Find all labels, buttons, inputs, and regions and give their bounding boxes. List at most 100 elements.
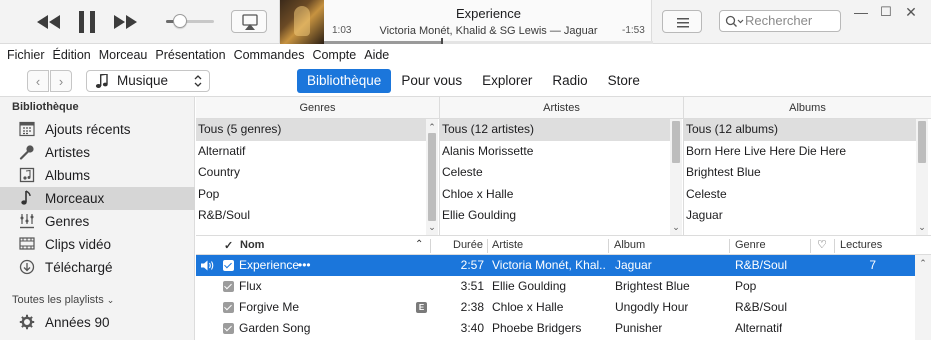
- duration-column-header[interactable]: Durée: [453, 239, 483, 251]
- back-button[interactable]: ‹: [27, 70, 49, 92]
- menu-aide[interactable]: Aide: [364, 48, 389, 62]
- scroll-thumb[interactable]: [672, 121, 680, 163]
- search-icon: [725, 15, 744, 27]
- up-next-button[interactable]: [662, 10, 702, 33]
- artists-scrollbar[interactable]: ⌄: [670, 119, 682, 235]
- column-divider: [608, 239, 609, 253]
- genres-icon: [20, 214, 34, 229]
- songs-scrollbar[interactable]: ⌃: [915, 255, 931, 340]
- albums-column: Albums Tous (12 albums) Born Here Live H…: [684, 97, 931, 235]
- forward-button[interactable]: ›: [50, 70, 72, 92]
- volume-knob[interactable]: [173, 14, 188, 28]
- more-options-button[interactable]: •••: [298, 255, 311, 276]
- genres-scrollbar[interactable]: ⌃ ⌄: [426, 119, 438, 235]
- sidebar-item-genres[interactable]: Genres: [0, 210, 195, 233]
- plays-column-header[interactable]: Lectures: [840, 239, 882, 251]
- sidebar-item-clips-video[interactable]: Clips vidéo: [0, 233, 195, 256]
- previous-button[interactable]: [36, 12, 62, 32]
- pause-button[interactable]: [77, 9, 97, 35]
- sort-ascending-icon[interactable]: ⌃: [415, 239, 423, 250]
- list-item[interactable]: Tous (5 genres): [196, 119, 426, 141]
- table-row[interactable]: Experience ••• 2:57 Victoria Monét, Khal…: [196, 255, 915, 276]
- row-checkbox[interactable]: [223, 323, 234, 334]
- scroll-up-arrow-icon[interactable]: ⌃: [915, 257, 931, 269]
- search-field[interactable]: Rechercher: [719, 10, 841, 32]
- list-item[interactable]: Tous (12 albums): [684, 119, 916, 141]
- list-item[interactable]: Alanis Morissette: [440, 141, 670, 163]
- airplay-button[interactable]: [231, 10, 267, 33]
- scroll-down-arrow-icon[interactable]: ⌄: [916, 221, 928, 233]
- song-genre: Pop: [735, 279, 757, 293]
- table-row[interactable]: Flux 3:51 Ellie Goulding Brightest Blue …: [196, 276, 915, 297]
- artist-column-header[interactable]: Artiste: [492, 239, 523, 251]
- menu-presentation[interactable]: Présentation: [155, 48, 225, 62]
- minimize-button[interactable]: —: [853, 4, 869, 20]
- list-item[interactable]: Chloe x Halle: [440, 184, 670, 206]
- table-row[interactable]: Garden Song 3:40 Phoebe Bridgers Punishe…: [196, 318, 915, 339]
- sidebar-item-artistes[interactable]: Artistes: [0, 141, 195, 164]
- list-item[interactable]: Tous (12 artistes): [440, 119, 670, 141]
- list-item[interactable]: Born Here Live Here Die Here: [684, 141, 916, 163]
- song-name: Forgive Me: [239, 300, 300, 314]
- sidebar-item-ajouts-recents[interactable]: Ajouts récents: [0, 118, 195, 141]
- menu-fichier[interactable]: Fichier: [7, 48, 45, 62]
- name-column-header[interactable]: Nom: [240, 239, 264, 251]
- list-item[interactable]: Country: [196, 162, 426, 184]
- artists-column: Artistes Tous (12 artistes) Alanis Moris…: [440, 97, 684, 235]
- now-playing-subtitle: Victoria Monét, Khalid & SG Lewis — Jagu…: [379, 25, 598, 37]
- row-checkbox[interactable]: [223, 302, 234, 313]
- checkmark-column-header[interactable]: ✓: [224, 239, 233, 252]
- now-playing-title: Experience: [455, 6, 522, 21]
- albums-scrollbar[interactable]: ⌄: [916, 119, 928, 235]
- tab-bibliotheque[interactable]: Bibliothèque: [297, 69, 392, 93]
- music-note-icon: [21, 190, 31, 205]
- list-item[interactable]: Pop: [196, 184, 426, 206]
- list-item[interactable]: Ellie Goulding: [440, 205, 670, 227]
- close-icon: ✕: [905, 4, 917, 20]
- row-checkbox[interactable]: [223, 260, 234, 271]
- sidebar-item-morceaux[interactable]: Morceaux: [0, 187, 195, 210]
- tab-store[interactable]: Store: [598, 69, 650, 93]
- menu-edition[interactable]: Édition: [53, 48, 91, 62]
- song-duration: 3:40: [460, 321, 484, 335]
- scroll-thumb[interactable]: [918, 121, 926, 163]
- list-item[interactable]: Celeste: [684, 184, 916, 206]
- next-button[interactable]: [112, 12, 138, 32]
- maximize-button[interactable]: ☐: [878, 4, 894, 20]
- album-column-header[interactable]: Album: [614, 239, 645, 251]
- genres-column-header: Genres: [196, 97, 439, 119]
- now-playing-display[interactable]: Experience 1:03 Victoria Monét, Khalid &…: [279, 0, 653, 45]
- media-kind-label: Musique: [117, 73, 169, 88]
- tab-explorer[interactable]: Explorer: [472, 69, 542, 93]
- row-checkbox[interactable]: [223, 281, 234, 292]
- playlists-heading[interactable]: Toutes les playlists ⌄: [12, 294, 114, 306]
- sidebar-item-albums[interactable]: Albums: [0, 164, 195, 187]
- scroll-up-arrow-icon[interactable]: ⌃: [426, 121, 438, 133]
- album-artwork[interactable]: [280, 0, 324, 44]
- remaining-time: -1:53: [622, 25, 645, 36]
- list-item[interactable]: Jaguar: [684, 205, 916, 227]
- list-item[interactable]: Alternatif: [196, 141, 426, 163]
- close-button[interactable]: ✕: [903, 4, 919, 21]
- tab-pour-vous[interactable]: Pour vous: [391, 69, 472, 93]
- song-album: Jaguar: [615, 258, 652, 272]
- list-item[interactable]: Brightest Blue: [684, 162, 916, 184]
- menu-compte[interactable]: Compte: [312, 48, 356, 62]
- menu-morceau[interactable]: Morceau: [99, 48, 148, 62]
- media-kind-selector[interactable]: Musique: [86, 70, 210, 92]
- sidebar-item-label: Téléchargé: [45, 260, 113, 275]
- scroll-down-arrow-icon[interactable]: ⌄: [426, 221, 438, 233]
- scroll-down-arrow-icon[interactable]: ⌄: [670, 221, 682, 233]
- tab-radio[interactable]: Radio: [542, 69, 597, 93]
- heart-icon[interactable]: ♡: [817, 238, 827, 251]
- genre-column-header[interactable]: Genre: [735, 239, 766, 251]
- sidebar-item-label: Morceaux: [45, 191, 105, 206]
- sidebar-item-telecharge[interactable]: Téléchargé: [0, 256, 195, 279]
- sidebar-item-annees-90[interactable]: Années 90: [0, 311, 195, 334]
- list-item[interactable]: Celeste: [440, 162, 670, 184]
- table-row[interactable]: Forgive Me E 2:38 Chloe x Halle Ungodly …: [196, 297, 915, 318]
- scroll-thumb[interactable]: [428, 133, 436, 221]
- list-item[interactable]: R&B/Soul: [196, 205, 426, 227]
- menu-commandes[interactable]: Commandes: [234, 48, 305, 62]
- volume-slider[interactable]: [166, 14, 214, 28]
